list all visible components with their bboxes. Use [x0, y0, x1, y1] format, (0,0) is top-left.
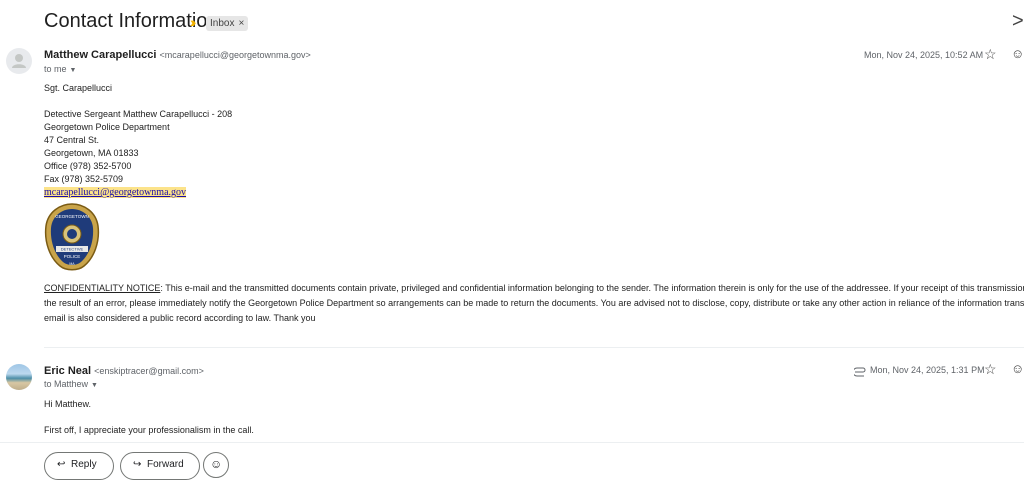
signature-line: 47 Central St.	[44, 135, 100, 145]
paperclip-icon	[852, 364, 867, 382]
inbox-label-text: Inbox	[210, 18, 235, 29]
message-date: Mon, Nov 24, 2025, 1:31 PM	[870, 365, 985, 375]
badge-text: GEORGETOWN	[55, 214, 88, 219]
star-icon[interactable]: ☆	[984, 46, 997, 63]
badge-text: DETECTIVE	[61, 247, 84, 252]
avatar[interactable]	[6, 48, 32, 74]
message-divider	[44, 347, 1024, 348]
emoji-react-icon[interactable]: ☺	[1011, 361, 1024, 376]
recipients-text: to Matthew	[44, 379, 89, 389]
reply-icon: ↩	[57, 459, 66, 470]
inbox-label-badge[interactable]: Inbox ×	[206, 16, 249, 31]
signature-block: Detective Sergeant Matthew Carapellucci …	[44, 108, 232, 199]
star-icon[interactable]: ☆	[984, 361, 997, 378]
signature-line: Georgetown Police Department	[44, 122, 170, 132]
forward-icon: ↪	[133, 459, 142, 470]
avatar[interactable]	[6, 364, 32, 390]
notice-title: CONFIDENTIALITY NOTICE	[44, 283, 161, 293]
badge-text: POLICE	[64, 254, 81, 259]
sender-name[interactable]: Eric Neal	[44, 365, 91, 377]
message-date: Mon, Nov 24, 2025, 10:52 AM	[864, 50, 984, 60]
recipients-dropdown[interactable]: to Matthew ▼	[44, 379, 98, 389]
forward-button[interactable]: ↪ Forward	[120, 452, 200, 480]
recipients-text: to me	[44, 64, 67, 74]
person-icon	[12, 54, 26, 68]
reply-label: Reply	[71, 459, 97, 470]
confidentiality-notice: CONFIDENTIALITY NOTICE: This e-mail and …	[44, 281, 1024, 326]
importance-marker-icon[interactable]: ››	[190, 14, 196, 30]
badge-text: MA	[69, 262, 75, 266]
sender-line: Eric Neal <enskiptracer@gmail.com>	[44, 365, 204, 377]
sender-line: Matthew Carapellucci <mcarapellucci@geor…	[44, 49, 311, 61]
signature-line: Office (978) 352-5700	[44, 161, 132, 171]
forward-label: Forward	[147, 459, 184, 470]
greeting-line: Sgt. Carapellucci	[44, 83, 113, 93]
signature-line: Detective Sergeant Matthew Carapellucci …	[44, 109, 233, 119]
sender-email: <enskiptracer@gmail.com>	[94, 366, 204, 376]
notice-text: the result of an error, please immediate…	[44, 298, 1024, 308]
thread-divider	[0, 442, 1024, 443]
notice-text: email is also considered a public record…	[44, 313, 316, 323]
emoji-react-icon[interactable]: ☺	[1011, 46, 1024, 61]
emoji-icon: ☺	[210, 457, 223, 471]
notice-text: : This e-mail and the transmitted docume…	[160, 283, 1024, 293]
signature-email-link[interactable]: mcarapellucci@georgetownma.gov	[44, 187, 187, 198]
message-line: First off, I appreciate your professiona…	[44, 425, 254, 435]
sender-email: <mcarapellucci@georgetownma.gov>	[159, 50, 311, 60]
signature-line: Fax (978) 352-5709	[44, 174, 124, 184]
recipients-dropdown[interactable]: to me ▼	[44, 64, 76, 74]
chevron-down-icon: ▼	[91, 382, 98, 389]
sender-name[interactable]: Matthew Carapellucci	[44, 49, 156, 61]
reply-button[interactable]: ↩ Reply	[44, 452, 114, 480]
signature-line: Georgetown, MA 01833	[44, 148, 139, 158]
expand-arrow-icon[interactable]: >	[1012, 10, 1024, 33]
message-line: Hi Matthew.	[44, 399, 92, 409]
chevron-down-icon: ▼	[69, 67, 77, 74]
emoji-button[interactable]: ☺	[203, 452, 229, 478]
police-badge-logo: GEORGETOWN DETECTIVE POLICE MA	[44, 202, 100, 279]
remove-label-icon[interactable]: ×	[238, 18, 244, 29]
